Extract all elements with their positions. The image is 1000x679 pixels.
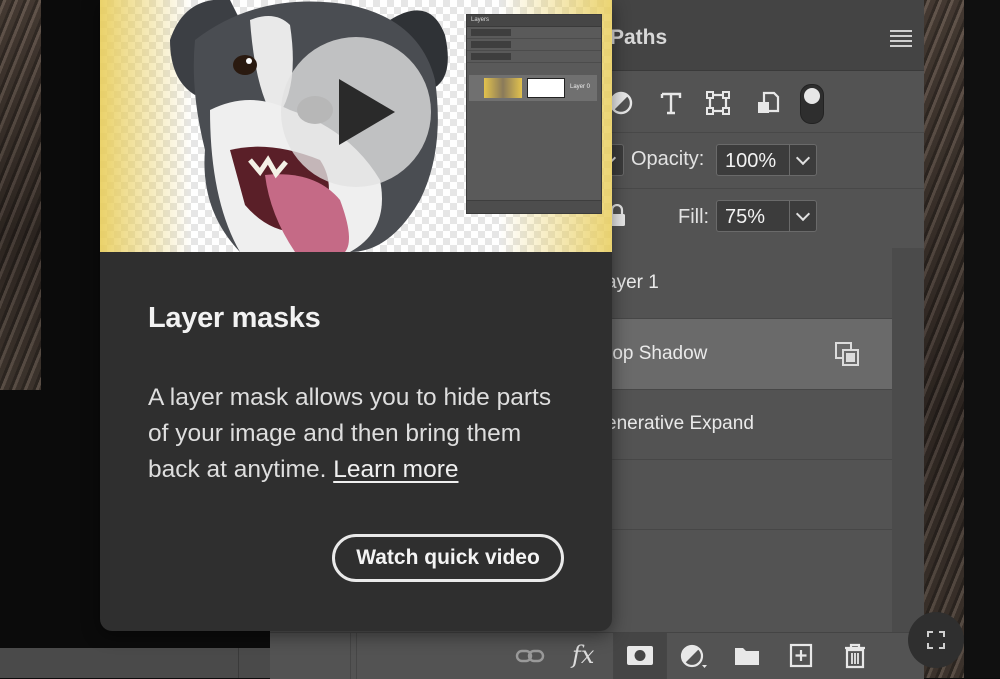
mini-layer-thumbnail — [484, 78, 522, 98]
layer-name: ayer 1 — [606, 272, 659, 293]
smart-object-filter-icon[interactable] — [755, 90, 781, 116]
type-filter-icon[interactable] — [658, 90, 684, 116]
background-photo-left — [0, 0, 41, 390]
mini-panel-title: Layers — [467, 15, 601, 27]
filter-toggle[interactable] — [800, 84, 824, 124]
tab-paths[interactable]: Paths — [610, 26, 667, 50]
fill-dropdown[interactable] — [789, 200, 817, 232]
fill-label: Fill: — [678, 206, 710, 228]
shape-filter-icon[interactable] — [705, 90, 731, 116]
fill-input[interactable]: 75% — [716, 200, 790, 232]
linked-layers-icon — [835, 342, 859, 366]
card-title: Layer masks — [148, 302, 321, 334]
mini-mask-thumbnail — [527, 78, 565, 98]
mini-layer-label: Layer 0 — [570, 84, 591, 90]
opacity-input[interactable]: 100% — [716, 144, 790, 176]
group-folder-icon[interactable] — [732, 643, 762, 669]
background-photo-right — [924, 0, 964, 678]
play-video-button[interactable] — [281, 37, 431, 187]
watch-quick-video-button[interactable]: Watch quick video — [332, 534, 564, 582]
mini-layer-row: Layer 0 — [469, 75, 597, 101]
opacity-label: Opacity: — [631, 148, 705, 170]
trash-icon[interactable] — [840, 643, 870, 669]
layer-name: rop Shadow — [606, 343, 708, 364]
bottom-bar-cell — [350, 633, 357, 679]
learn-more-link[interactable]: Learn more — [333, 456, 458, 483]
background-dark-edge — [964, 0, 1000, 678]
bottom-bar-cell — [270, 633, 351, 679]
opacity-dropdown[interactable] — [789, 144, 817, 176]
corner-expand-button[interactable] — [908, 612, 964, 668]
layer-list-scrollbar[interactable] — [892, 248, 924, 632]
card-body: A layer mask allows you to hide parts of… — [148, 380, 568, 488]
expand-icon — [927, 631, 945, 649]
fx-icon[interactable]: fx — [572, 641, 602, 669]
mini-panel-row — [467, 27, 601, 39]
mini-layers-panel: Layers Layer 0 — [466, 14, 602, 214]
bottom-left-strip — [0, 648, 272, 678]
mini-panel-footer — [467, 200, 601, 213]
tutorial-thumbnail[interactable]: Layers Layer 0 — [100, 0, 612, 252]
add-mask-cell — [613, 633, 667, 679]
layer-masks-tip-card: Layers Layer 0 Layer masks A layer mask … — [100, 0, 612, 631]
layer-name: enerative Expand — [606, 413, 754, 434]
adjustment-layer-icon[interactable] — [678, 643, 708, 669]
add-mask-icon[interactable] — [625, 643, 655, 669]
mini-panel-row — [467, 51, 601, 63]
mini-panel-row — [467, 39, 601, 51]
link-layers-icon[interactable] — [515, 643, 545, 669]
new-layer-icon[interactable] — [786, 643, 816, 669]
layers-bottom-bar: fx — [270, 632, 924, 679]
panel-menu-icon[interactable] — [890, 30, 912, 48]
